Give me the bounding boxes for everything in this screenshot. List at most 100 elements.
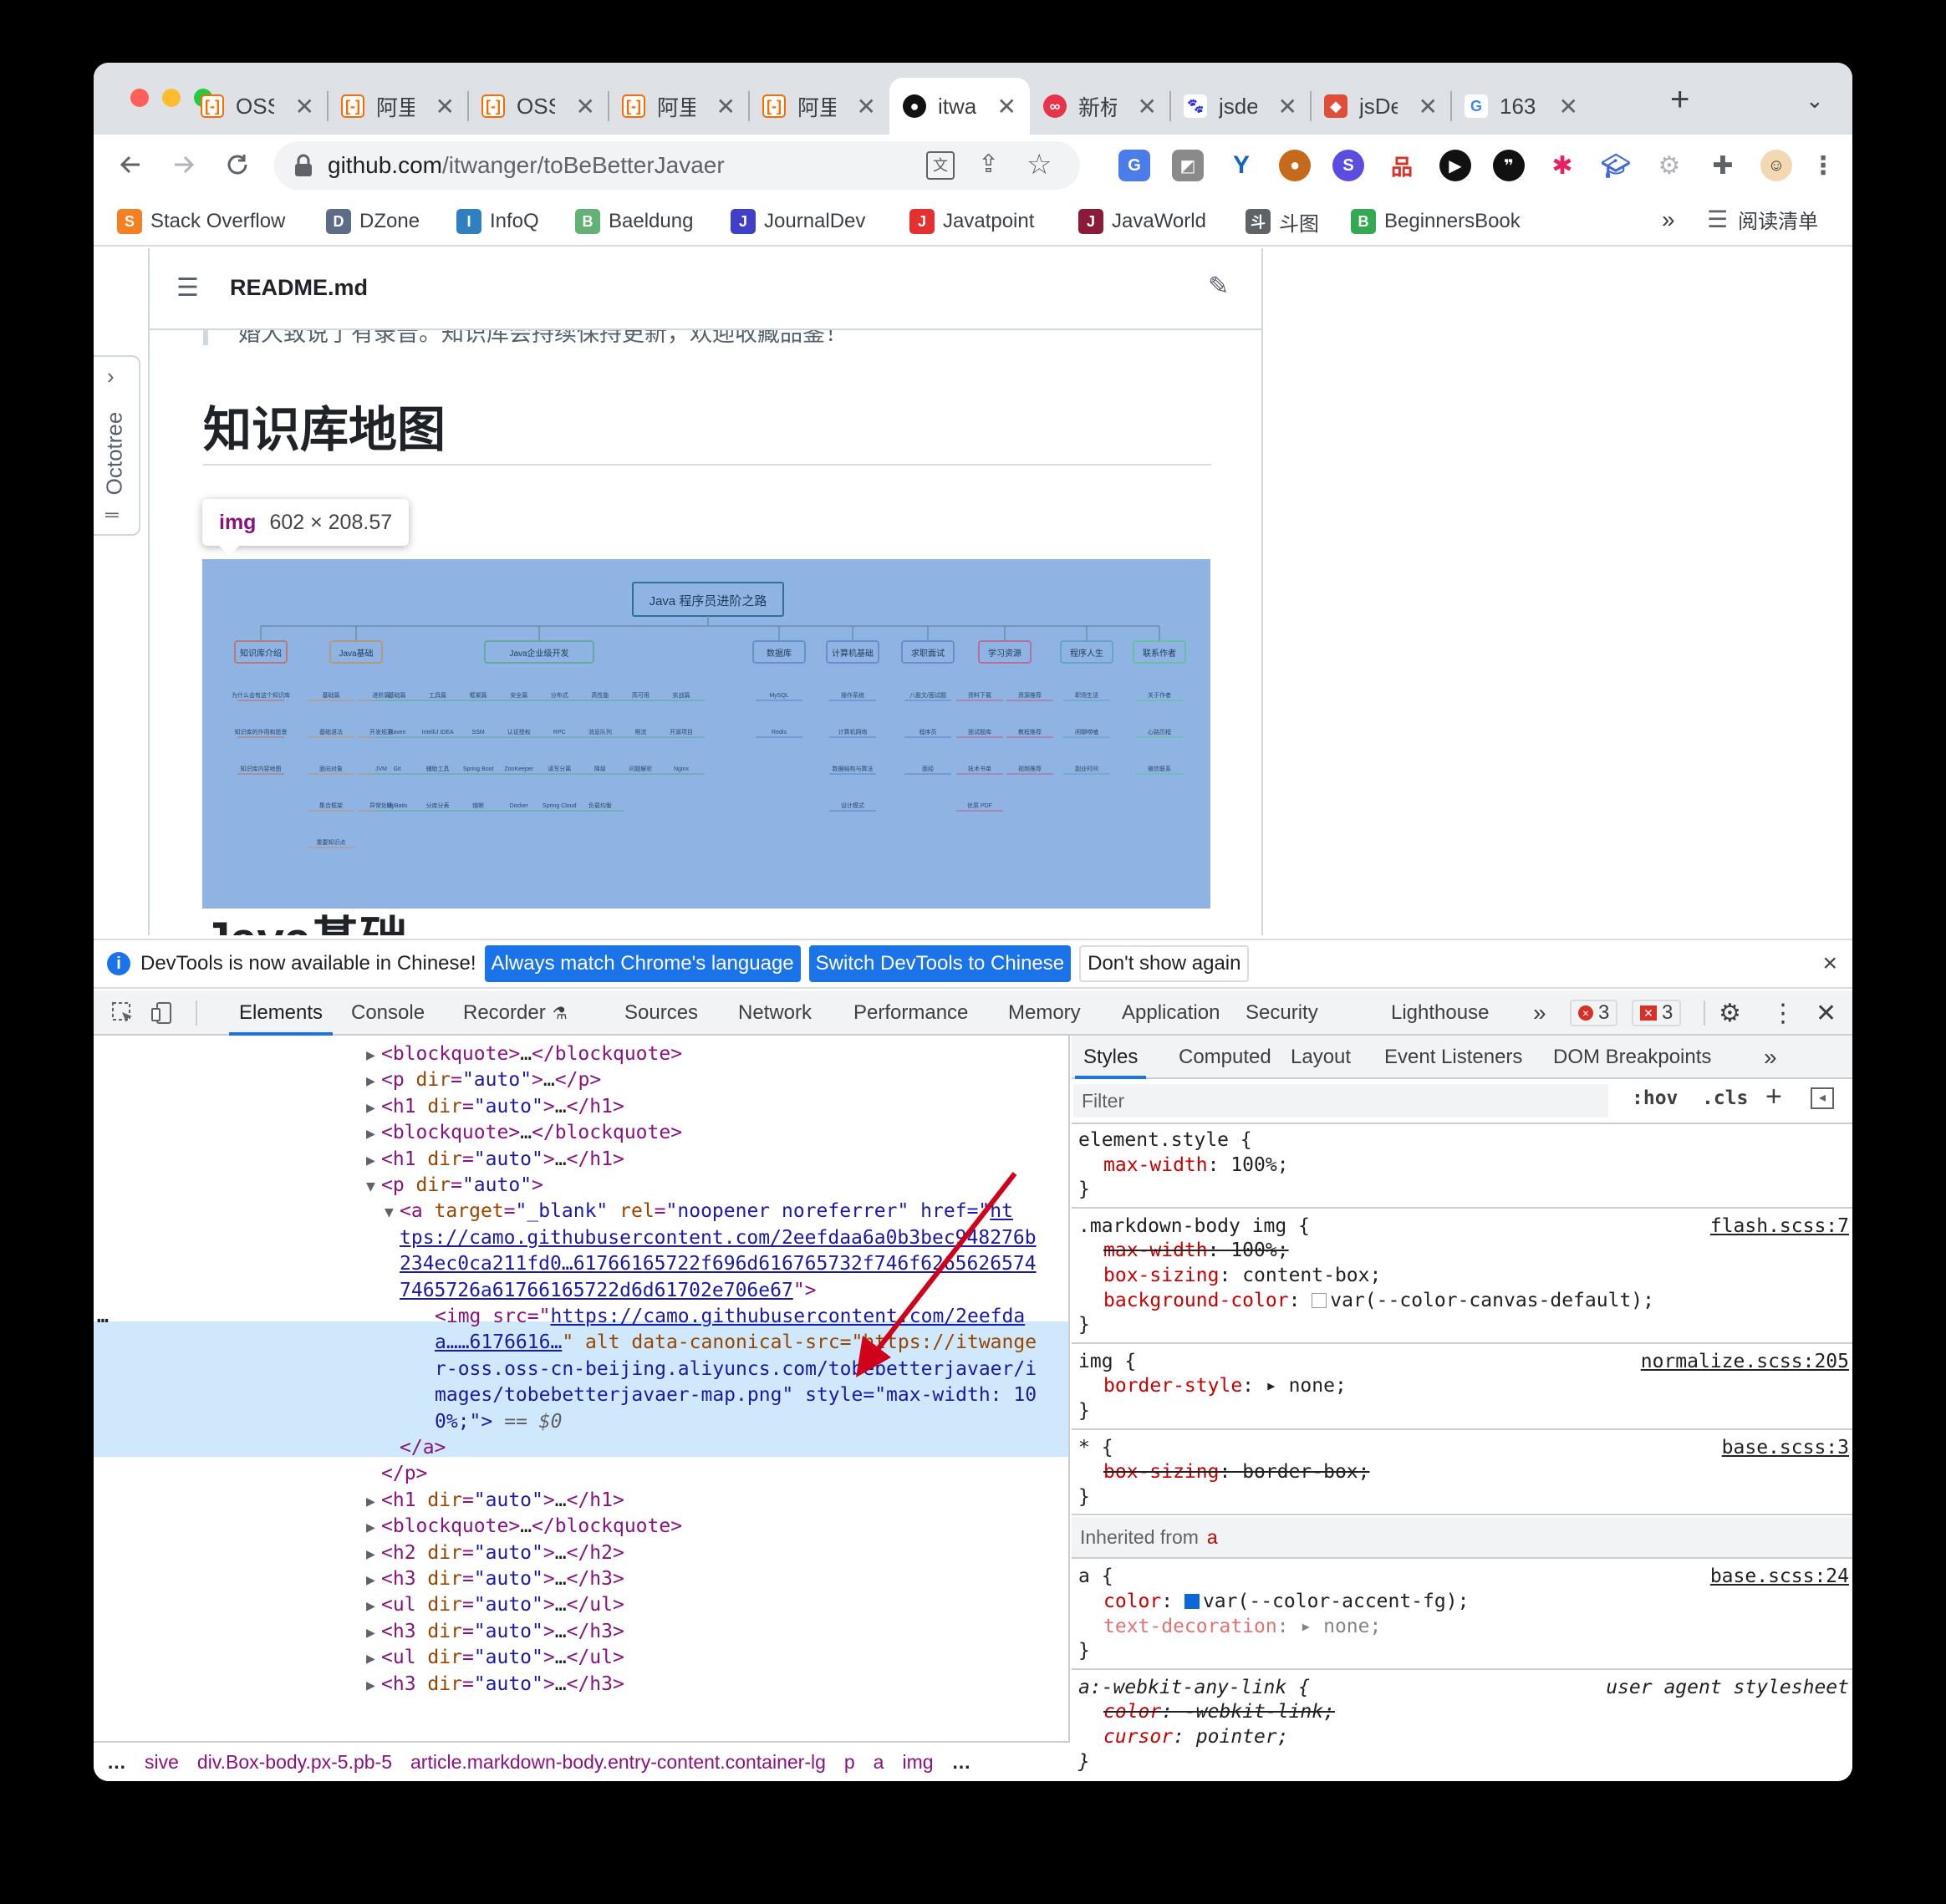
tab-close-icon[interactable]: ✕: [576, 93, 595, 120]
style-property-inherited-off[interactable]: text-decoration: ▸ none;: [1103, 1614, 1381, 1639]
inspect-element-icon[interactable]: [110, 990, 135, 1036]
expand-triangle-icon[interactable]: ▶: [366, 1148, 381, 1174]
bookmark-3[interactable]: B Baeldung: [575, 205, 693, 238]
dom-node-line[interactable]: ▼ <p dir="auto">: [366, 1172, 543, 1199]
asterisk-extension-icon[interactable]: ✱: [1546, 150, 1578, 181]
style-property[interactable]: max-width: 100%;: [1103, 1238, 1289, 1263]
expand-triangle-icon[interactable]: ▶: [366, 1095, 381, 1122]
octotree-sidebar-toggle[interactable]: › Octotree ═: [94, 355, 140, 536]
node-ellipsis-menu[interactable]: …: [97, 1303, 109, 1330]
infobar-close-icon[interactable]: ×: [1822, 949, 1837, 978]
style-property[interactable]: box-sizing: border-box;: [1103, 1459, 1370, 1484]
styles-tab-0[interactable]: Styles: [1075, 1036, 1147, 1079]
dom-node-line[interactable]: ▶ <blockquote>…</blockquote>: [366, 1041, 682, 1067]
bookmarks-overflow-button[interactable]: »: [1662, 206, 1675, 233]
styles-tab-2[interactable]: Layout: [1291, 1036, 1351, 1079]
expand-triangle-icon[interactable]: ▶: [366, 1620, 381, 1647]
bookmark-6[interactable]: J JavaWorld: [1078, 205, 1206, 238]
tab-4[interactable]: [-] 阿里 ✕: [749, 78, 889, 135]
tab-close-icon[interactable]: ✕: [436, 93, 455, 120]
style-property[interactable]: background-color: var(--color-canvas-def…: [1103, 1288, 1654, 1313]
edit-pencil-icon[interactable]: ✎: [1208, 272, 1229, 301]
styles-tab-1[interactable]: Computed: [1179, 1036, 1271, 1079]
sitemap-extension-icon[interactable]: 品: [1386, 150, 1418, 181]
chat-extension-icon[interactable]: ❞: [1493, 150, 1525, 181]
tab-close-icon[interactable]: ✕: [1278, 93, 1297, 120]
dom-node-line[interactable]: ▶ <blockquote>…</blockquote>: [366, 1513, 682, 1540]
expand-triangle-icon[interactable]: ▶: [366, 1042, 381, 1069]
devtools-tab-performance[interactable]: Performance: [853, 990, 968, 1036]
forward-button[interactable]: [164, 145, 204, 185]
img-src-link[interactable]: a……6176616…: [435, 1331, 562, 1353]
bookmark-4[interactable]: J JournalDev: [731, 205, 865, 238]
tab-6[interactable]: ∞ 新标 ✕: [1030, 78, 1170, 135]
tab-close-icon[interactable]: ✕: [997, 93, 1016, 120]
styles-more-tabs[interactable]: »: [1764, 1036, 1777, 1079]
expand-triangle-icon[interactable]: ▶: [366, 1515, 381, 1541]
google-translate-extension-icon[interactable]: G: [1118, 150, 1150, 181]
reading-list-button[interactable]: ☰ 阅读清单: [1707, 205, 1818, 234]
outline-list-icon[interactable]: ☰: [176, 273, 199, 303]
dont-show-again-button[interactable]: Don't show again: [1079, 945, 1250, 982]
tab-0[interactable]: [-] OSS ✕: [187, 78, 328, 135]
dom-node-line[interactable]: ▶ <p dir="auto">…</p>: [366, 1067, 601, 1093]
tab-close-icon[interactable]: ✕: [716, 93, 736, 120]
style-property[interactable]: box-sizing: content-box;: [1103, 1263, 1381, 1288]
back-button[interactable]: [110, 145, 150, 185]
href-link[interactable]: 7465726a61766165722d6d61702e706e67: [400, 1280, 793, 1301]
expand-triangle-icon[interactable]: ▶: [366, 1567, 381, 1594]
breadcrumb-item[interactable]: p: [844, 1751, 855, 1774]
error-counter[interactable]: × 3: [1570, 990, 1618, 1036]
breadcrumb-item[interactable]: img: [902, 1751, 933, 1774]
tab-close-icon[interactable]: ✕: [295, 93, 314, 120]
breadcrumb-item[interactable]: sive: [145, 1751, 179, 1774]
href-link-continuation[interactable]: 234ec0ca211fd0…61766165722f696d616765732…: [400, 1250, 1037, 1277]
devtools-tab-sources[interactable]: Sources: [624, 990, 698, 1036]
expand-triangle-icon[interactable]: ▶: [366, 1646, 381, 1672]
address-bar[interactable]: github.com/itwanger/toBeBetterJavaer 文 ⇪…: [274, 141, 1080, 190]
tab-close-icon[interactable]: ✕: [1138, 93, 1157, 120]
dom-node-img[interactable]: <img src="https://camo.githubusercontent…: [435, 1303, 1025, 1330]
expand-triangle-icon[interactable]: ▶: [366, 1541, 381, 1568]
expand-triangle-icon[interactable]: ▶: [366, 1121, 381, 1148]
expand-triangle-icon[interactable]: ▶: [366, 1489, 381, 1515]
devtools-tab-application[interactable]: Application: [1122, 990, 1220, 1036]
dom-node-line[interactable]: ▶ <ul dir="auto">…</ul>: [366, 1644, 624, 1671]
rule-source-link[interactable]: normalize.scss:205: [1641, 1349, 1849, 1374]
expand-triangle-icon[interactable]: ▼: [366, 1173, 381, 1200]
tab-search-chevron-down-icon[interactable]: ⌄: [1806, 88, 1824, 114]
bookmark-8[interactable]: B BeginnersBook: [1351, 205, 1521, 238]
s-extension-icon[interactable]: S: [1332, 150, 1364, 181]
vue-devtools-extension-icon[interactable]: Y: [1225, 150, 1257, 181]
breadcrumb-item[interactable]: …: [107, 1751, 126, 1774]
new-style-rule-icon[interactable]: +: [1765, 1081, 1782, 1113]
href-link-continuation[interactable]: 7465726a61766165722d6d61702e706e67">: [400, 1277, 817, 1304]
dom-node-line[interactable]: ▶ <h2 dir="auto">…</h2>: [366, 1540, 624, 1566]
tab-close-icon[interactable]: ✕: [1559, 93, 1578, 120]
close-window-button[interactable]: [130, 89, 149, 107]
styles-tab-3[interactable]: Event Listeners: [1384, 1036, 1522, 1079]
rule-source-link[interactable]: flash.scss:7: [1710, 1214, 1849, 1239]
screenshot-extension-icon[interactable]: ◩: [1172, 150, 1204, 181]
devtools-tab-lighthouse[interactable]: Lighthouse: [1391, 990, 1489, 1036]
dom-node-line[interactable]: ▶ <h3 dir="auto">…</h3>: [366, 1618, 624, 1645]
settings-gear-icon[interactable]: ⚙: [1719, 990, 1741, 1036]
breadcrumb-item[interactable]: div.Box-body.px-5.pb-5: [197, 1751, 392, 1774]
toggle-sidebar-icon[interactable]: ◂: [1811, 1087, 1834, 1109]
dom-node-anchor[interactable]: ▼ <a target="_blank" rel="noopener norefe…: [385, 1198, 1013, 1224]
wheel-extension-icon[interactable]: ⚙: [1653, 150, 1685, 181]
dom-node-line[interactable]: ▶ <h1 dir="auto">…</h1>: [366, 1487, 624, 1514]
switch-to-chinese-button[interactable]: Switch DevTools to Chinese: [808, 945, 1072, 982]
rule-source-link[interactable]: base.scss:3: [1722, 1435, 1849, 1460]
issues-counter[interactable]: ✕ 3: [1632, 990, 1682, 1036]
bookmark-2[interactable]: I InfoQ: [456, 205, 539, 238]
devtools-tab-console[interactable]: Console: [351, 990, 425, 1036]
expand-triangle-icon[interactable]: ▼: [385, 1199, 400, 1226]
expand-triangle-icon[interactable]: ▶: [366, 1672, 381, 1699]
dom-node-line[interactable]: ▶ <ul dir="auto">…</ul>: [366, 1591, 624, 1618]
bookmark-7[interactable]: 斗斗图: [1246, 205, 1319, 238]
expand-triangle-icon[interactable]: ▶: [366, 1593, 381, 1620]
avatar-extension-icon[interactable]: ●: [1279, 150, 1311, 181]
minimize-window-button[interactable]: [162, 89, 181, 107]
href-link-continuation[interactable]: tps://camo.githubusercontent.com/2eefdaa…: [400, 1224, 1037, 1251]
